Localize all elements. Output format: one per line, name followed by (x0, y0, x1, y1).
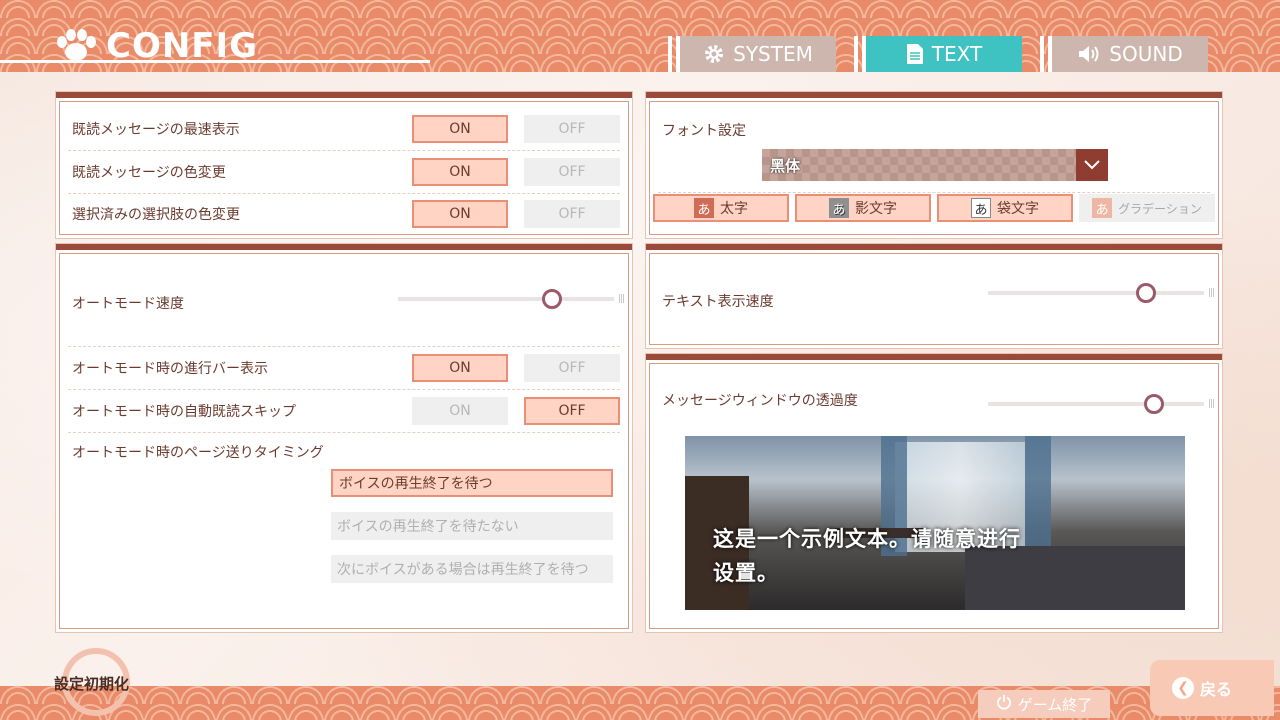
setting-label: オートモード速度 (72, 296, 184, 312)
style-label: 太字 (720, 201, 748, 217)
tab-system[interactable]: SYSTEM (668, 36, 836, 72)
off-button[interactable]: OFF (524, 115, 620, 143)
timing-option-wait-voice[interactable]: ボイスの再生終了を待つ (331, 469, 613, 497)
setting-label: フォント設定 (662, 123, 746, 139)
slider-end-ticks: ||| (1207, 288, 1215, 298)
hiragana-a-icon: あ (1092, 198, 1113, 218)
shadow-style-button[interactable]: あ 影文字 (795, 194, 931, 222)
tab-text-label: TEXT (931, 42, 983, 66)
font-select-dropdown[interactable]: 黑体 (762, 149, 1108, 181)
preview-text-line: 这是一个示例文本。请随意进行 (713, 527, 1021, 551)
setting-row-progress-bar: オートモード時の進行バー表示 ON OFF (68, 346, 620, 390)
back-label: 戻る (1200, 680, 1233, 699)
window-transparency-slider[interactable]: ||| (988, 394, 1215, 414)
setting-label: オートモード時の自動既読スキップ (72, 403, 296, 420)
tab-sound-label: SOUND (1109, 42, 1183, 66)
bold-style-button[interactable]: あ 太字 (653, 194, 789, 222)
on-button[interactable]: ON (412, 353, 508, 382)
gradient-style-button[interactable]: あ グラデーション (1079, 194, 1215, 222)
off-button[interactable]: OFF (524, 200, 620, 228)
timing-option-no-wait[interactable]: ボイスの再生終了を待たない (331, 512, 613, 540)
chevron-left-icon: ❮ (1172, 677, 1194, 699)
slider-knob[interactable] (1144, 394, 1164, 414)
hiragana-a-icon: あ (971, 198, 991, 218)
setting-row-window-transparency: メッセージウィンドウの透過度 (658, 370, 1210, 430)
tab-system-label: SYSTEM (733, 42, 813, 66)
slider-knob[interactable] (1136, 283, 1156, 303)
font-select-value: 黑体 (770, 156, 801, 175)
auto-speed-slider[interactable]: ||| (398, 289, 625, 309)
setting-label: 既読メッセージの色変更 (72, 164, 226, 181)
setting-label: 既読メッセージの最速表示 (72, 122, 240, 138)
reset-settings-button[interactable]: 設定初期化 (54, 673, 129, 694)
slider-end-ticks: ||| (1207, 399, 1215, 409)
timing-option-wait-if-next[interactable]: 次にボイスがある場合は再生終了を待つ (331, 555, 613, 583)
slider-knob[interactable] (542, 289, 562, 309)
setting-row-page-timing: オートモード時のページ送りタイミング (68, 432, 620, 472)
chevron-down-icon[interactable] (1076, 149, 1108, 181)
on-button[interactable]: ON (412, 157, 508, 186)
off-button[interactable]: OFF (524, 396, 620, 425)
setting-row-fast-read: 既読メッセージの最速表示 ON OFF (68, 108, 620, 151)
speaker-icon (1077, 44, 1101, 64)
hiragana-a-icon: あ (694, 198, 714, 218)
back-button[interactable]: ❮ 戻る (1150, 660, 1274, 716)
paw-icon (54, 28, 98, 64)
slider-end-ticks: ||| (617, 294, 625, 304)
setting-row-auto-skip: オートモード時の自動既読スキップ ON OFF (68, 389, 620, 433)
style-label: 影文字 (855, 201, 897, 217)
style-label: 袋文字 (997, 201, 1039, 217)
on-button[interactable]: ON (412, 200, 508, 228)
off-button[interactable]: OFF (524, 353, 620, 382)
setting-label: オートモード時のページ送りタイミング (72, 445, 324, 461)
gear-icon (703, 43, 725, 65)
tab-bar: SYSTEM TEXT SOUND (668, 36, 1208, 72)
outline-style-button[interactable]: あ 袋文字 (937, 194, 1073, 222)
setting-row-auto-speed: オートモード速度 (68, 260, 620, 347)
hiragana-a-icon: あ (829, 198, 849, 218)
setting-row-read-color: 既読メッセージの色変更 ON OFF (68, 150, 620, 194)
message-window-preview: 这是一个示例文本。请随意进行 设置。 (685, 436, 1185, 610)
read-settings-panel: 既読メッセージの最速表示 ON OFF 既読メッセージの色変更 ON OFF 選… (56, 92, 632, 238)
setting-row-choice-color: 選択済みの選択肢の色変更 ON OFF (68, 193, 620, 235)
preview-text-line: 设置。 (713, 561, 779, 585)
power-icon (996, 694, 1012, 714)
setting-row-text-speed: テキスト表示速度 (658, 260, 1210, 342)
tab-sound[interactable]: SOUND (1040, 36, 1208, 72)
setting-label: 選択済みの選択肢の色変更 (72, 207, 240, 223)
off-button[interactable]: OFF (524, 157, 620, 186)
quit-game-button[interactable]: ゲーム終了 (978, 690, 1110, 718)
tab-text[interactable]: TEXT (854, 36, 1022, 72)
preview-text: 这是一个示例文本。请随意进行 设置。 (713, 522, 1093, 590)
setting-label: メッセージウィンドウの透過度 (662, 393, 858, 409)
on-button[interactable]: ON (412, 115, 508, 143)
text-speed-slider[interactable]: ||| (988, 283, 1215, 303)
document-icon (906, 43, 924, 65)
style-label: グラデーション (1118, 201, 1202, 216)
on-button[interactable]: ON (412, 396, 508, 425)
title-underline (0, 60, 430, 63)
setting-label: オートモード時の進行バー表示 (72, 360, 268, 377)
quit-game-label: ゲーム終了 (1017, 695, 1093, 714)
